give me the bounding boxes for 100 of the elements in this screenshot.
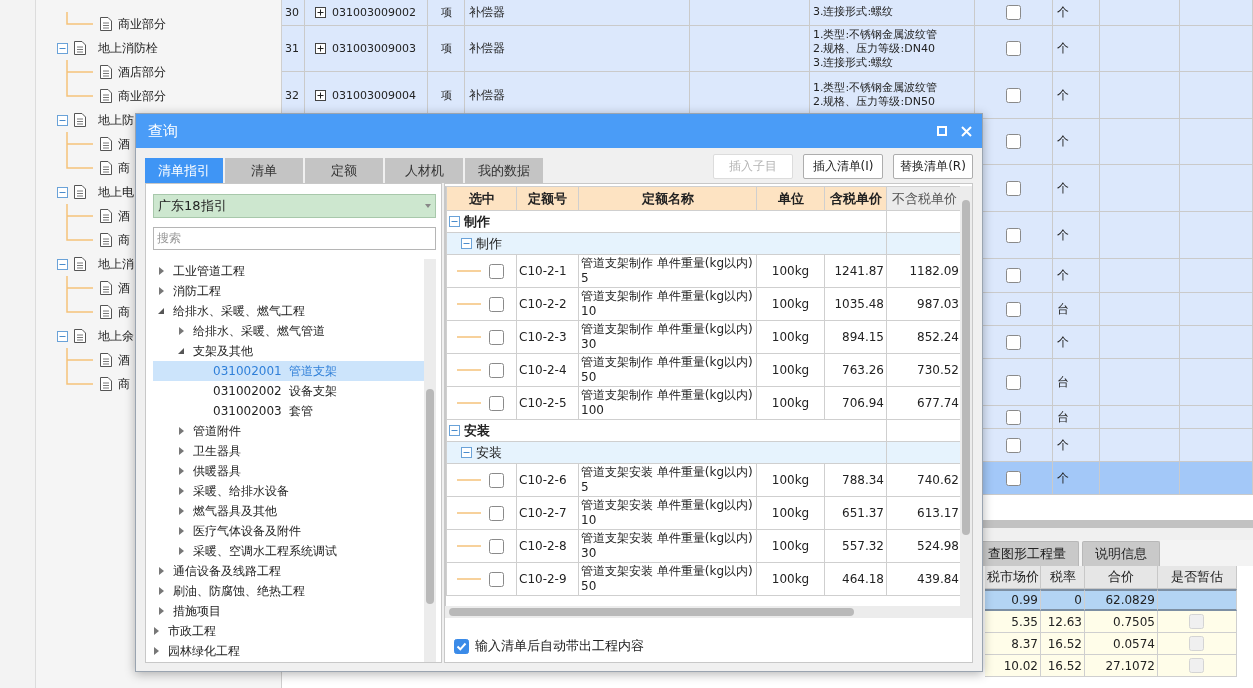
checkbox[interactable] xyxy=(1006,470,1021,486)
expand-arrow-icon[interactable] xyxy=(178,487,185,496)
expand-arrow-icon[interactable] xyxy=(178,507,185,516)
checkbox[interactable] xyxy=(1006,87,1021,103)
tree-item[interactable]: 园林绿化工程 xyxy=(168,642,240,660)
tree-item[interactable]: 031002003 套管 xyxy=(213,402,314,420)
close-icon[interactable] xyxy=(961,125,972,137)
collapse-icon[interactable] xyxy=(57,186,68,198)
tab[interactable]: 我的数据 xyxy=(465,158,543,183)
expand-arrow-icon[interactable] xyxy=(158,287,165,296)
expand-arrow-icon[interactable] xyxy=(178,527,185,536)
tree-item[interactable]: 管道附件 xyxy=(193,422,241,440)
expand-arrow-icon[interactable] xyxy=(158,567,165,576)
checkbox[interactable] xyxy=(1006,437,1021,453)
tree-item[interactable]: 医疗气体设备及附件 xyxy=(193,522,301,540)
tree-item[interactable]: 卫生器具 xyxy=(193,442,241,460)
collapse-icon[interactable] xyxy=(57,330,68,342)
tree-item[interactable]: 酒 xyxy=(118,279,130,297)
tree-item[interactable]: 供暖器具 xyxy=(193,462,241,480)
tree-item[interactable]: 地上电 xyxy=(98,183,134,201)
checkbox[interactable] xyxy=(1006,180,1021,196)
tab[interactable]: 说明信息 xyxy=(1082,541,1160,566)
tree-item[interactable]: 给排水、采暖、燃气工程 xyxy=(173,302,305,320)
tree-item[interactable]: 地上消防栓 xyxy=(98,39,158,57)
tree-item[interactable]: 消防工程 xyxy=(173,282,221,300)
guide-select[interactable]: 广东18指引 xyxy=(153,194,436,218)
tree-item[interactable]: 酒 xyxy=(118,207,130,225)
checkbox[interactable] xyxy=(489,362,504,378)
tree-item[interactable]: 地上消 xyxy=(98,255,134,273)
tree-item[interactable]: 商 xyxy=(118,303,130,321)
expand-icon[interactable] xyxy=(315,6,326,18)
expand-icon[interactable] xyxy=(315,43,326,54)
checkbox[interactable] xyxy=(1006,334,1021,350)
collapse-icon[interactable] xyxy=(57,42,68,54)
checkbox[interactable] xyxy=(489,505,504,521)
tab[interactable]: 定额 xyxy=(305,158,383,183)
tree-item[interactable]: 地上余 xyxy=(98,327,134,345)
tree-item[interactable]: 措施项目 xyxy=(173,602,221,620)
tree-item[interactable]: 燃气器具及其他 xyxy=(193,502,277,520)
collapse-icon[interactable] xyxy=(449,216,460,227)
action-button[interactable]: 插入清单(I) xyxy=(803,154,883,179)
collapse-icon[interactable] xyxy=(461,447,472,458)
tree-item[interactable]: 酒 xyxy=(118,351,130,369)
tab[interactable]: 清单 xyxy=(225,158,303,183)
expand-arrow-icon[interactable] xyxy=(158,607,165,616)
checkbox[interactable] xyxy=(489,571,504,587)
expand-arrow-icon[interactable] xyxy=(178,547,185,556)
expand-arrow-icon[interactable] xyxy=(153,627,160,636)
collapse-arrow-icon[interactable] xyxy=(178,347,185,356)
scrollbar[interactable] xyxy=(960,186,972,606)
checkbox[interactable] xyxy=(1006,268,1021,283)
tree-item[interactable]: 酒店部分 xyxy=(118,63,166,81)
collapse-icon[interactable] xyxy=(57,258,68,270)
checkbox[interactable] xyxy=(1006,4,1021,20)
expand-arrow-icon[interactable] xyxy=(178,447,185,456)
expand-arrow-icon[interactable] xyxy=(178,427,185,436)
tree-item[interactable]: 商业部分 xyxy=(118,87,166,105)
checkbox[interactable] xyxy=(1006,41,1021,56)
checkbox[interactable] xyxy=(454,638,469,654)
expand-arrow-icon[interactable] xyxy=(178,327,185,336)
checkbox[interactable] xyxy=(489,472,504,488)
tree-item[interactable]: 商 xyxy=(118,375,130,393)
collapse-icon[interactable] xyxy=(57,114,68,126)
tree-item[interactable]: 商 xyxy=(118,231,130,249)
tree-item[interactable]: 支架及其他 xyxy=(193,342,253,360)
tree-item[interactable]: 采暖、空调水工程系统调试 xyxy=(193,542,337,560)
checkbox[interactable] xyxy=(489,538,504,554)
tree-item[interactable]: 通信设备及线路工程 xyxy=(173,562,281,580)
expand-arrow-icon[interactable] xyxy=(158,587,165,596)
tree-item[interactable]: 市政工程 xyxy=(168,622,216,640)
checkbox[interactable] xyxy=(1006,134,1021,149)
scrollbar[interactable] xyxy=(445,606,972,618)
tab[interactable]: 人材机 xyxy=(385,158,463,183)
checkbox[interactable] xyxy=(489,395,504,411)
expand-arrow-icon[interactable] xyxy=(153,647,160,656)
tree-item[interactable]: 采暖、给排水设备 xyxy=(193,482,289,500)
maximize-icon[interactable] xyxy=(937,126,947,136)
action-button[interactable]: 替换清单(R) xyxy=(893,154,973,179)
collapse-icon[interactable] xyxy=(461,238,472,249)
collapse-icon[interactable] xyxy=(449,425,460,436)
tree-item[interactable]: 商 xyxy=(118,159,130,177)
search-field[interactable]: 搜索 xyxy=(153,226,436,251)
expand-icon[interactable] xyxy=(315,89,326,101)
checkbox[interactable] xyxy=(1006,374,1021,390)
scrollbar[interactable] xyxy=(424,259,436,662)
tree-item[interactable]: 给排水、采暖、燃气管道 xyxy=(193,322,325,340)
tree-item[interactable]: 031002002 设备支架 xyxy=(213,382,338,400)
tree-item[interactable]: 酒 xyxy=(118,135,130,153)
tree-item[interactable]: 商业部分 xyxy=(118,15,166,33)
collapse-arrow-icon[interactable] xyxy=(158,307,165,316)
checkbox[interactable] xyxy=(489,263,504,279)
expand-arrow-icon[interactable] xyxy=(158,267,165,276)
checkbox[interactable] xyxy=(489,296,504,312)
tree-item[interactable]: 刷油、防腐蚀、绝热工程 xyxy=(173,582,305,600)
tree-item[interactable]: 地上防 xyxy=(98,111,134,129)
tree-item[interactable]: 工业管道工程 xyxy=(173,262,245,280)
expand-arrow-icon[interactable] xyxy=(178,467,185,476)
checkbox[interactable] xyxy=(1006,301,1021,317)
checkbox[interactable] xyxy=(1006,227,1021,243)
checkbox[interactable] xyxy=(1006,409,1021,425)
